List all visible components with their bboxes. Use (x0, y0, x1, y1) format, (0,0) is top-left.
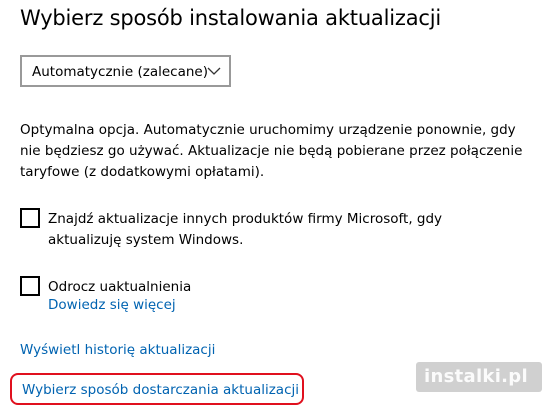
learn-more-link[interactable]: Dowiedz się więcej (48, 297, 176, 313)
other-products-label-line1: Znajdź aktualizacje innych produktów fir… (48, 211, 443, 227)
chevron-down-icon (207, 67, 221, 75)
watermark-text: instalki.pl (424, 366, 528, 387)
other-products-label-line2: aktualizuję system Windows. (48, 232, 244, 248)
watermark-logo: instalki.pl (416, 362, 542, 392)
install-mode-dropdown[interactable]: Automatycznie (zalecane) (20, 55, 231, 87)
defer-upgrades-label: Odrocz uaktualnienia (48, 279, 192, 295)
defer-upgrades-checkbox[interactable] (20, 276, 40, 296)
other-products-label: Znajdź aktualizacje innych produktów fir… (48, 209, 442, 251)
view-update-history-link[interactable]: Wyświetl historię aktualizacji (20, 342, 215, 358)
page-title: Wybierz sposób instalowania aktualizacji (20, 6, 441, 30)
other-products-checkbox[interactable] (20, 208, 40, 228)
dropdown-selected-value: Automatycznie (zalecane) (32, 64, 208, 80)
description-text: Optymalna opcja. Automatycznie uruchomim… (20, 122, 523, 180)
choose-delivery-link[interactable]: Wybierz sposób dostarczania aktualizacji (22, 382, 299, 398)
delivery-link-highlight: Wybierz sposób dostarczania aktualizacji (10, 373, 304, 405)
